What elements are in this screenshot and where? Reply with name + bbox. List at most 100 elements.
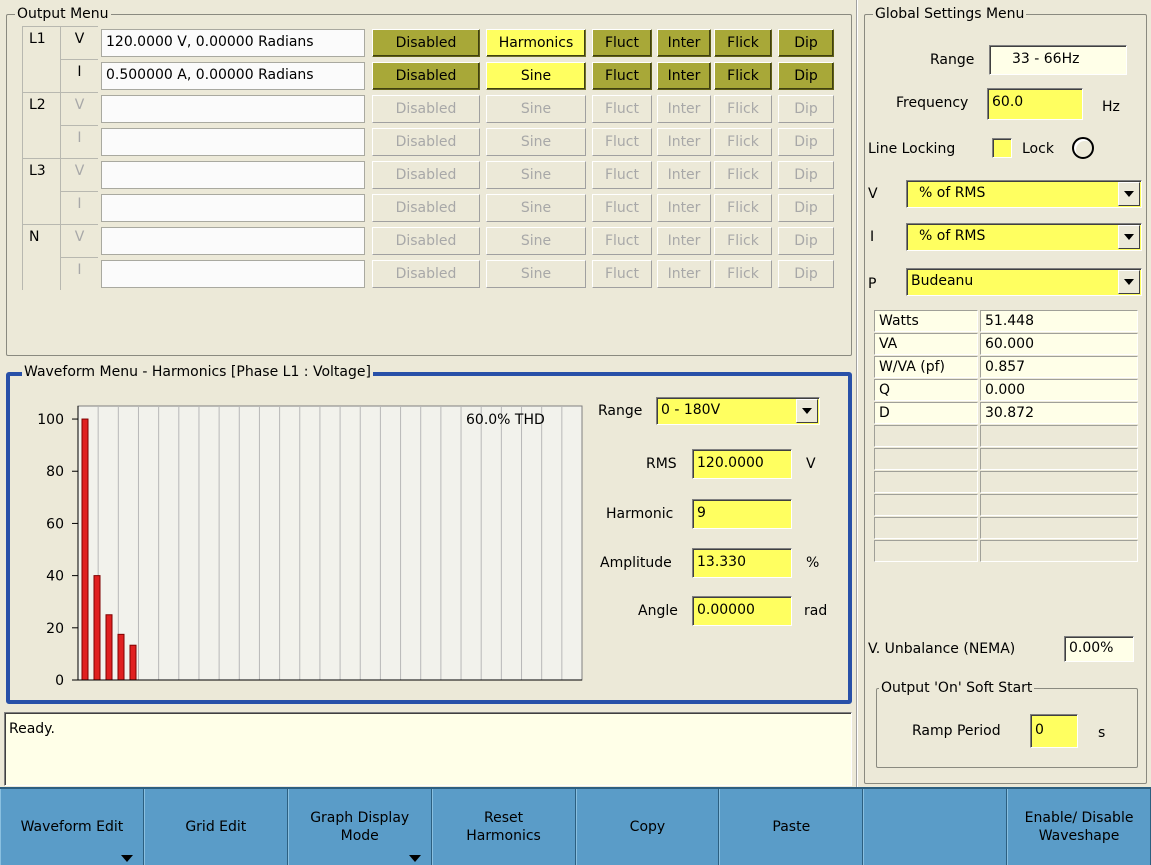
fluct-button[interactable]: Fluct	[592, 128, 652, 156]
fluct-button[interactable]: Fluct	[592, 260, 652, 288]
inter-button[interactable]: Inter	[657, 128, 711, 156]
output-value-field[interactable]: 120.0000 V, 0.00000 Radians	[101, 29, 365, 57]
chevron-down-icon[interactable]	[796, 399, 818, 423]
disabled-button[interactable]: Disabled	[372, 194, 480, 222]
waveform-button[interactable]: Sine	[486, 227, 586, 255]
v-select[interactable]: % of RMS	[906, 180, 1142, 208]
global-settings-title: Global Settings Menu	[873, 6, 1027, 22]
flick-button[interactable]: Flick	[714, 161, 772, 189]
fluct-button[interactable]: Fluct	[592, 161, 652, 189]
dip-button[interactable]: Dip	[778, 128, 834, 156]
measurement-name: VA	[874, 333, 978, 355]
frequency-field[interactable]: 60.0	[987, 88, 1083, 120]
fluct-button[interactable]: Fluct	[592, 95, 652, 123]
function-key-7[interactable]	[863, 789, 1008, 865]
function-key-2[interactable]: Grid Edit	[143, 789, 288, 865]
unbalance-label: V. Unbalance (NEMA)	[868, 641, 1016, 657]
inter-button[interactable]: Inter	[657, 227, 711, 255]
disabled-button[interactable]: Disabled	[372, 62, 480, 90]
fluct-button[interactable]: Fluct	[592, 194, 652, 222]
flick-button[interactable]: Flick	[714, 62, 772, 90]
function-key-label: Reset Harmonics	[466, 810, 541, 844]
measurement-name	[874, 517, 978, 539]
waveform-button[interactable]: Sine	[486, 161, 586, 189]
freq-range-field[interactable]: 33 - 66Hz	[989, 45, 1127, 75]
fluct-button[interactable]: Fluct	[592, 62, 652, 90]
dip-button[interactable]: Dip	[778, 161, 834, 189]
dip-button[interactable]: Dip	[778, 95, 834, 123]
waveform-button[interactable]: Sine	[486, 194, 586, 222]
disabled-button[interactable]: Disabled	[372, 227, 480, 255]
inter-button[interactable]: Inter	[657, 29, 711, 57]
chevron-down-icon[interactable]	[1118, 225, 1140, 249]
p-select[interactable]: Budeanu	[906, 268, 1142, 296]
line-locking-checkbox[interactable]	[992, 138, 1012, 158]
function-key-label: Grid Edit	[185, 819, 247, 835]
range-select[interactable]: 0 - 180V	[656, 397, 820, 425]
waveform-button[interactable]: Sine	[486, 128, 586, 156]
function-key-bar: Waveform Edit Grid Edit Graph Display Mode…	[0, 787, 1151, 865]
inter-button[interactable]: Inter	[657, 62, 711, 90]
dropdown-arrow-icon	[408, 855, 421, 862]
dip-button[interactable]: Dip	[778, 227, 834, 255]
waveform-button[interactable]: Sine	[486, 95, 586, 123]
range-select-value: 0 - 180V	[661, 402, 721, 418]
output-value-field[interactable]	[101, 161, 365, 189]
signal-type-label: V	[60, 92, 98, 125]
flick-button[interactable]: Flick	[714, 260, 772, 288]
disabled-button[interactable]: Disabled	[372, 260, 480, 288]
range-label: Range	[598, 403, 643, 419]
function-key-8[interactable]: Enable/ Disable Waveshape	[1007, 789, 1151, 865]
disabled-button[interactable]: Disabled	[372, 29, 480, 57]
flick-button[interactable]: Flick	[714, 128, 772, 156]
ramp-period-field[interactable]: 0	[1030, 714, 1078, 748]
i-select[interactable]: % of RMS	[906, 223, 1142, 251]
angle-field[interactable]: 0.00000	[692, 596, 792, 626]
flick-button[interactable]: Flick	[714, 227, 772, 255]
dip-button[interactable]: Dip	[778, 260, 834, 288]
function-key-4[interactable]: Reset Harmonics	[431, 789, 576, 865]
chevron-down-icon[interactable]	[1118, 270, 1140, 294]
waveform-button[interactable]: Harmonics	[486, 29, 586, 57]
function-key-6[interactable]: Paste	[719, 789, 864, 865]
status-text: Ready.	[9, 721, 55, 737]
inter-button[interactable]: Inter	[657, 260, 711, 288]
waveform-button[interactable]: Sine	[486, 260, 586, 288]
flick-button[interactable]: Flick	[714, 29, 772, 57]
inter-button[interactable]: Inter	[657, 194, 711, 222]
measurement-value	[980, 471, 1138, 493]
output-value-field[interactable]: 0.500000 A, 0.00000 Radians	[101, 62, 365, 90]
function-key-label: Copy	[629, 819, 666, 835]
dip-button[interactable]: Dip	[778, 194, 834, 222]
inter-button[interactable]: Inter	[657, 161, 711, 189]
function-key-3[interactable]: Graph Display Mode	[287, 789, 432, 865]
flick-button[interactable]: Flick	[714, 194, 772, 222]
output-value-field[interactable]	[101, 194, 365, 222]
harmonic-bar	[81, 418, 89, 681]
harmonic-field[interactable]: 9	[692, 499, 792, 529]
y-tick-label: 40	[46, 569, 64, 585]
thd-label: 60.0% THD	[466, 412, 545, 428]
dip-button[interactable]: Dip	[778, 29, 834, 57]
disabled-button[interactable]: Disabled	[372, 95, 480, 123]
disabled-button[interactable]: Disabled	[372, 128, 480, 156]
waveform-button[interactable]: Sine	[486, 62, 586, 90]
angle-label: Angle	[638, 603, 678, 619]
function-key-1[interactable]: Waveform Edit	[0, 789, 144, 865]
chevron-down-icon[interactable]	[1118, 182, 1140, 206]
inter-button[interactable]: Inter	[657, 95, 711, 123]
function-key-5[interactable]: Copy	[575, 789, 720, 865]
output-value-field[interactable]	[101, 227, 365, 255]
flick-button[interactable]: Flick	[714, 95, 772, 123]
output-value-field[interactable]	[101, 95, 365, 123]
rms-field[interactable]: 120.0000	[692, 449, 792, 479]
dip-button[interactable]: Dip	[778, 62, 834, 90]
p-label: P	[868, 276, 877, 292]
harmonics-chart[interactable]: 0 20 40 60 80 100	[18, 400, 588, 694]
fluct-button[interactable]: Fluct	[592, 227, 652, 255]
output-value-field[interactable]	[101, 260, 365, 288]
disabled-button[interactable]: Disabled	[372, 161, 480, 189]
fluct-button[interactable]: Fluct	[592, 29, 652, 57]
output-value-field[interactable]	[101, 128, 365, 156]
amplitude-field[interactable]: 13.330	[692, 548, 792, 578]
